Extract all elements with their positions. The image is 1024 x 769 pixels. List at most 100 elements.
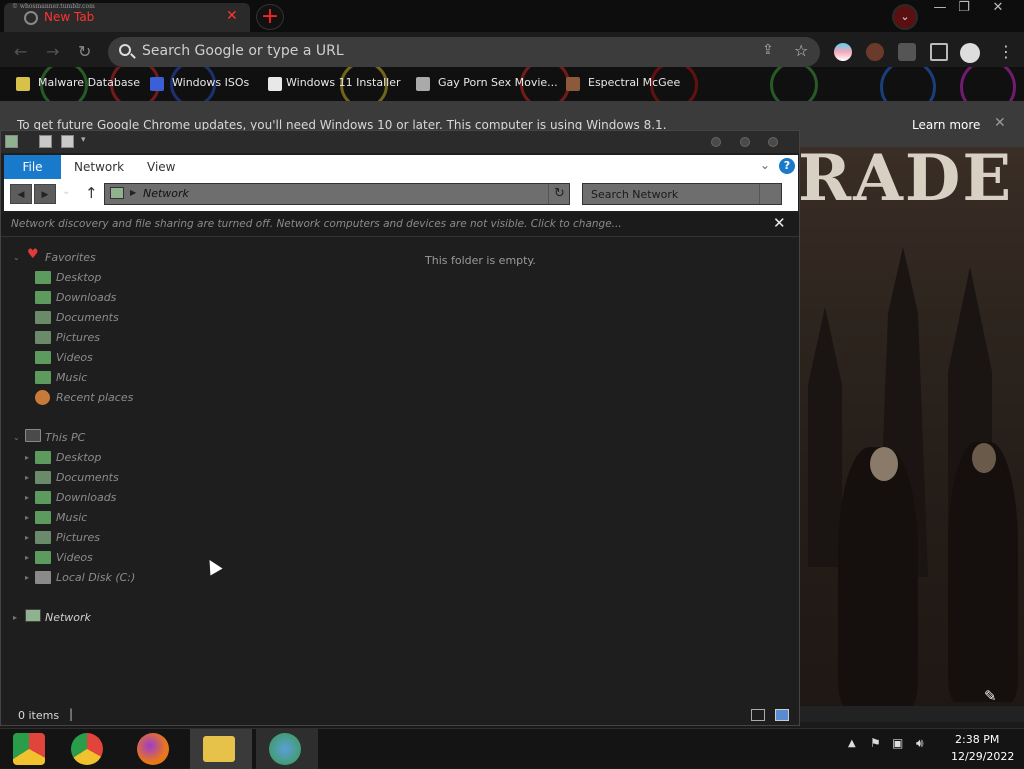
tab-search-icon[interactable]: ⌄ (892, 4, 918, 30)
recent-locations-icon[interactable]: ⌄ (62, 186, 70, 197)
tab-file[interactable]: File (4, 155, 61, 179)
nav-fav-desktop[interactable]: Desktop (56, 271, 101, 284)
bookmark-malware-database[interactable]: Malware Database (38, 76, 140, 89)
show-hidden-icons-icon[interactable]: ▲ (848, 738, 856, 749)
extensions-puzzle-icon[interactable] (898, 43, 916, 61)
explorer-forward-icon[interactable]: ▶ (34, 184, 56, 204)
close-window-icon[interactable]: ✕ (984, 0, 1012, 18)
address-location[interactable]: Network (143, 187, 189, 200)
expand-icon[interactable]: ▸ (25, 493, 29, 502)
omnibox-input[interactable]: Search Google or type a URL (142, 43, 344, 59)
nav-fav-pictures[interactable]: Pictures (56, 331, 100, 344)
customize-pencil-icon[interactable]: ✎ (984, 687, 997, 705)
back-icon[interactable]: ← (14, 42, 27, 61)
expand-icon[interactable]: ▸ (13, 613, 17, 622)
bookmark-windows-11-installer[interactable]: Windows 11 Installer (286, 76, 401, 89)
extension-flag-icon[interactable] (834, 43, 852, 61)
omnibox[interactable]: Search Google or type a URL ⇪ ☆ (108, 37, 820, 67)
expand-icon[interactable]: ▸ (25, 533, 29, 542)
expand-icon[interactable]: ▸ (25, 573, 29, 582)
new-folder-icon[interactable] (61, 135, 74, 148)
help-icon[interactable]: ? (779, 158, 795, 174)
search-icon[interactable] (759, 184, 782, 204)
bookmark-favicon-icon (566, 77, 580, 91)
reload-icon[interactable]: ↻ (78, 42, 91, 61)
profile-avatar-icon[interactable] (960, 43, 980, 63)
taskbar-firefox[interactable] (124, 729, 186, 769)
nav-this-pc[interactable]: This PC (45, 431, 85, 444)
collapse-icon[interactable]: ⌄ (13, 433, 20, 442)
nav-fav-downloads[interactable]: Downloads (56, 291, 116, 304)
side-panel-icon[interactable] (930, 43, 948, 61)
menu-dots-icon[interactable]: ⋮ (998, 42, 1014, 61)
details-view-icon[interactable] (751, 709, 765, 721)
taskbar-people[interactable] (256, 729, 318, 769)
infobar-close-icon[interactable]: ✕ (994, 115, 1006, 131)
bookmark-favicon-icon (268, 77, 282, 91)
nav-pc-videos[interactable]: Videos (56, 551, 93, 564)
up-level-icon[interactable]: ↑ (85, 184, 98, 202)
nav-favorites[interactable]: Favorites (45, 251, 96, 264)
network-discovery-notice[interactable]: Network discovery and file sharing are t… (11, 218, 622, 230)
explorer-titlebar: ▾ (1, 131, 799, 153)
bookmark-espectral-mcgee[interactable]: Espectral McGee (588, 76, 680, 89)
nav-pc-downloads[interactable]: Downloads (56, 491, 116, 504)
collapse-icon[interactable]: ⌄ (13, 253, 20, 262)
nav-pc-music[interactable]: Music (56, 511, 87, 524)
deco-circle (880, 67, 936, 101)
tab-close-icon[interactable]: ✕ (226, 8, 238, 24)
quick-access-dropdown-icon[interactable]: ▾ (81, 135, 86, 145)
extension-avatar-icon[interactable] (866, 43, 884, 61)
bookmark-gay-porn-sex-movie[interactable]: Gay Porn Sex Movie... (438, 76, 558, 89)
restore-icon[interactable]: ❐ (950, 0, 978, 18)
expand-icon[interactable]: ▸ (25, 553, 29, 562)
new-tab-button[interactable]: + (256, 4, 284, 30)
volume-icon[interactable]: 🔊︎ (916, 736, 924, 751)
action-center-flag-icon[interactable]: ⚑ (870, 736, 881, 750)
expand-icon[interactable]: ▸ (25, 513, 29, 522)
tab-view[interactable]: View (147, 160, 175, 174)
nav-fav-documents[interactable]: Documents (56, 311, 119, 324)
nav-pc-pictures[interactable]: Pictures (56, 531, 100, 544)
ribbon-expand-icon[interactable]: ⌄ (760, 158, 770, 172)
taskbar-file-explorer[interactable] (190, 729, 252, 769)
face-shape (972, 443, 996, 473)
properties-icon[interactable] (39, 135, 52, 148)
large-icons-view-icon[interactable] (775, 709, 789, 721)
search-input[interactable]: Search Network (582, 183, 782, 205)
explorer-close-icon[interactable] (768, 137, 778, 147)
browser-tab[interactable]: © whosmanner.tumblr.com New Tab ✕ (4, 3, 250, 32)
taskbar-chrome[interactable] (58, 729, 120, 769)
network-tray-icon[interactable]: ▣ (892, 736, 903, 750)
bookmark-windows-isos[interactable]: Windows ISOs (172, 76, 249, 89)
share-icon[interactable]: ⇪ (762, 42, 774, 58)
clock-time[interactable]: 2:38 PM (955, 733, 999, 746)
band-member-figure (948, 442, 1018, 702)
folder-icon (203, 736, 235, 762)
explorer-maximize-icon[interactable] (740, 137, 750, 147)
refresh-icon[interactable]: ↻ (548, 184, 570, 204)
nav-fav-recent-places[interactable]: Recent places (56, 391, 133, 404)
nav-fav-music[interactable]: Music (56, 371, 87, 384)
nav-pc-desktop[interactable]: Desktop (56, 451, 101, 464)
nav-pc-documents[interactable]: Documents (56, 471, 119, 484)
explorer-back-icon[interactable]: ◀ (10, 184, 32, 204)
breadcrumb-chevron-icon[interactable]: ▶ (130, 188, 136, 197)
network-icon (25, 609, 41, 622)
clock-date[interactable]: 12/29/2022 (951, 750, 1014, 763)
bookmark-star-icon[interactable]: ☆ (794, 41, 808, 60)
network-discovery-bar[interactable]: Network discovery and file sharing are t… (1, 213, 799, 237)
expand-icon[interactable]: ▸ (25, 453, 29, 462)
ribbon-tabs: File Network View ⌄ ? (4, 155, 798, 179)
nav-pc-local-disk[interactable]: Local Disk (C:) (56, 571, 135, 584)
nav-fav-videos[interactable]: Videos (56, 351, 93, 364)
address-bar[interactable]: ▶ Network ↻ (104, 183, 570, 205)
tab-network[interactable]: Network (74, 160, 124, 174)
forward-icon[interactable]: → (46, 42, 59, 61)
notice-close-icon[interactable]: ✕ (773, 214, 786, 232)
taskbar-chrome-canary[interactable] (0, 729, 62, 769)
explorer-minimize-icon[interactable] (711, 137, 721, 147)
expand-icon[interactable]: ▸ (25, 473, 29, 482)
learn-more-link[interactable]: Learn more (912, 118, 980, 132)
nav-network[interactable]: Network (45, 611, 91, 624)
